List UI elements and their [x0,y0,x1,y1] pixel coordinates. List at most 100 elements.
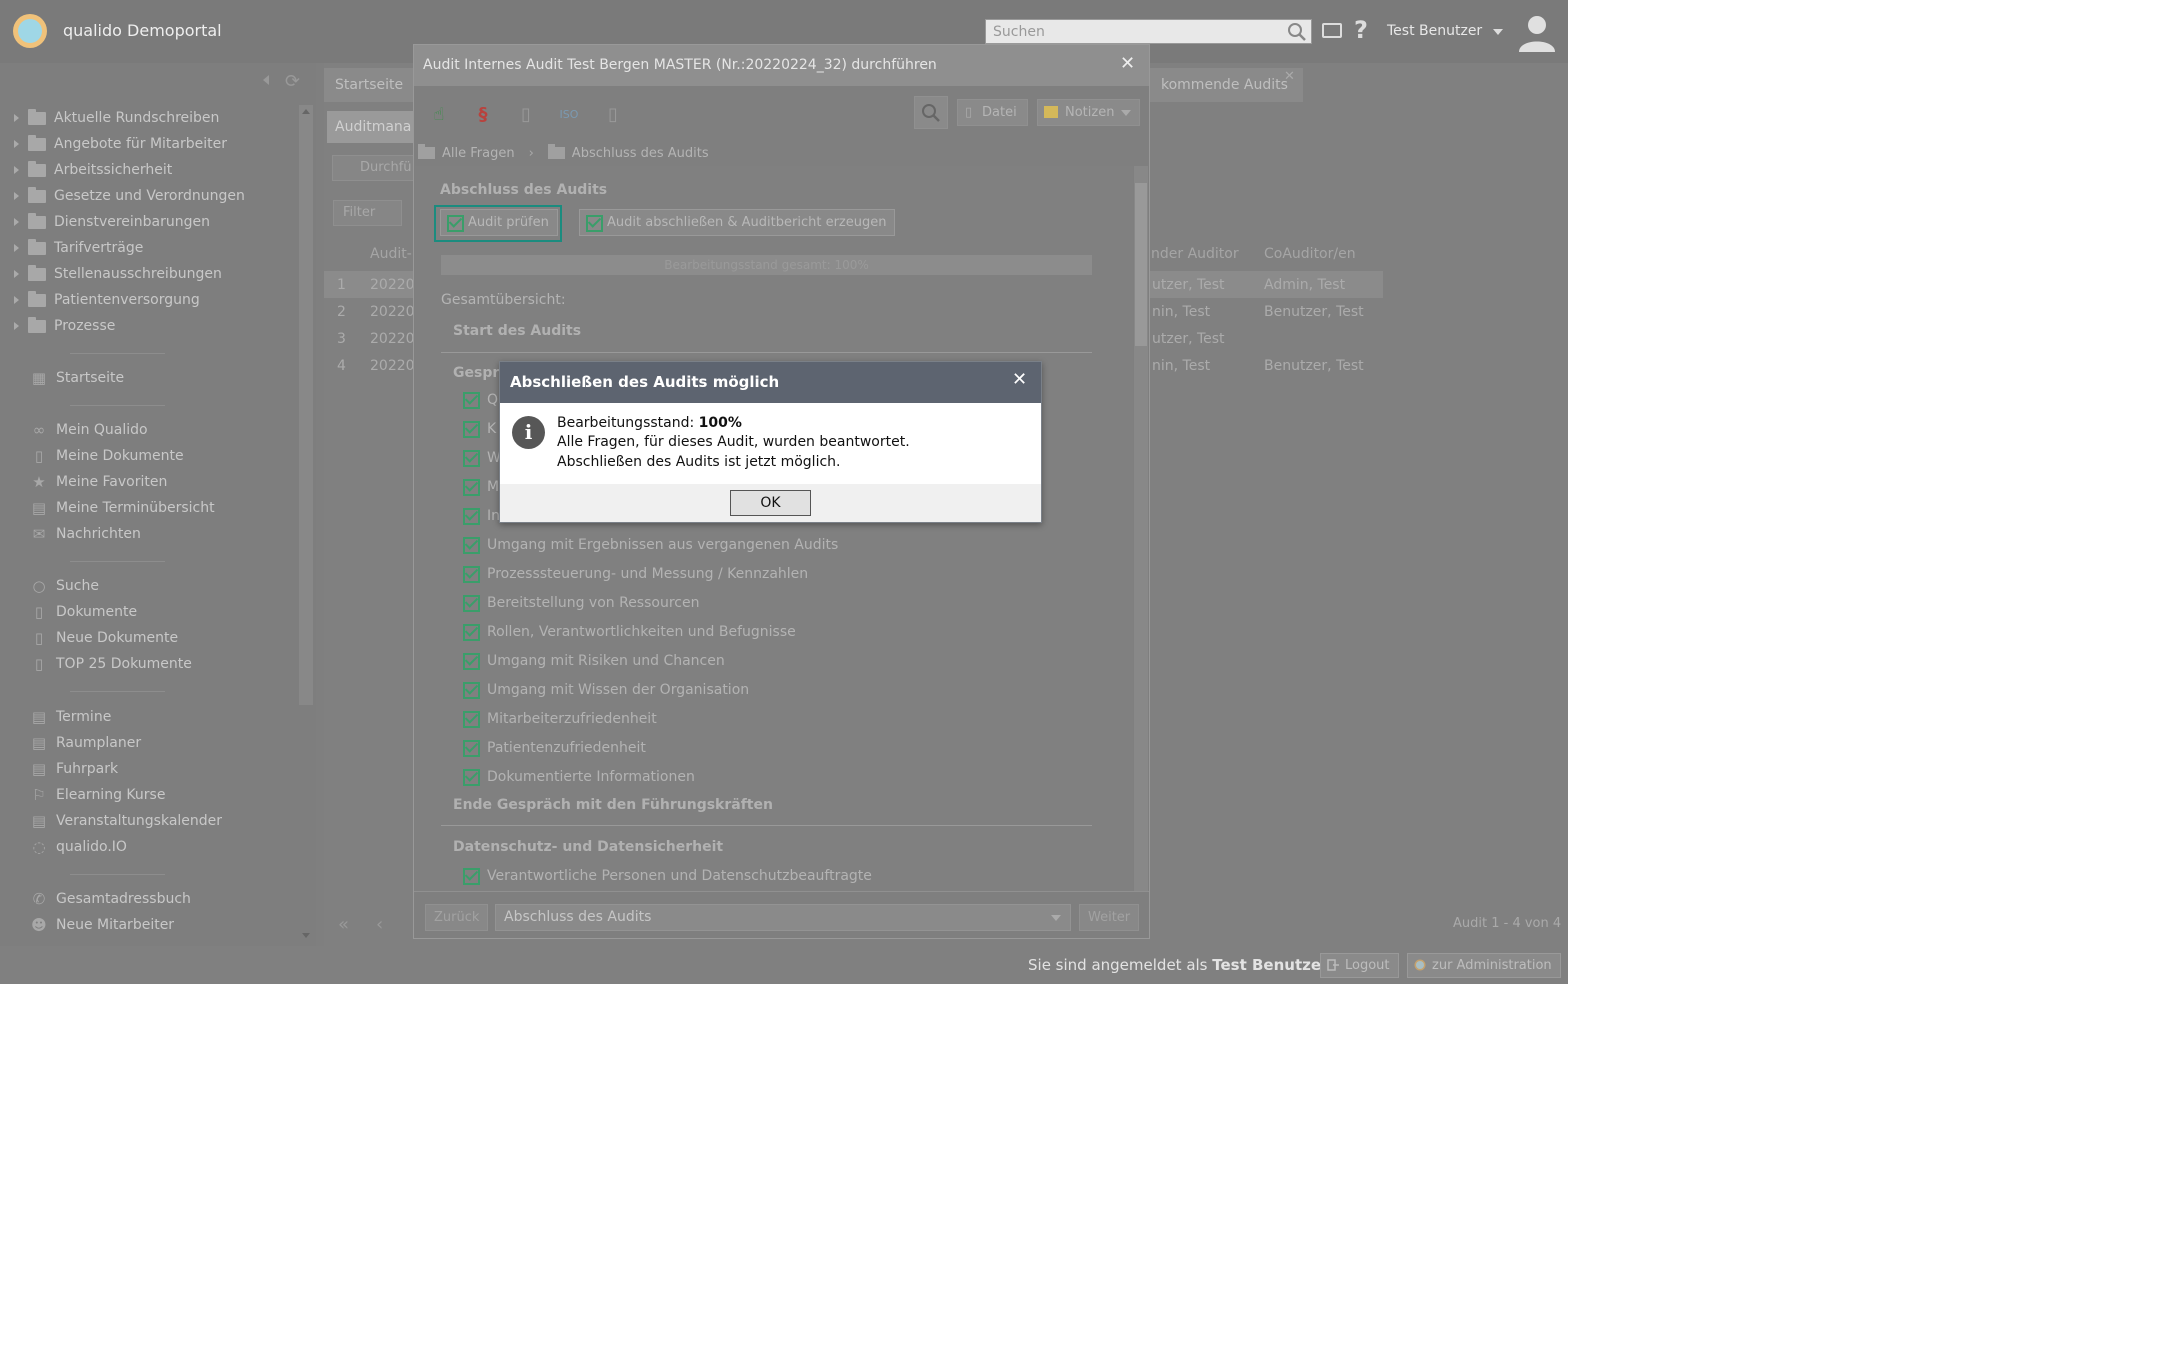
expand-arrow-icon[interactable] [14,322,19,330]
question-item[interactable]: W [463,448,501,468]
table-cell-date[interactable]: 20220 [370,277,415,293]
sidebar-item-meine-favoriten[interactable]: ★ Meine Favoriten [30,472,167,492]
section-ende[interactable]: Ende Gespräch mit den Führungskräften [453,797,773,813]
sidebar-item-mein-qualido[interactable]: ∞ Mein Qualido [30,420,148,440]
expand-arrow-icon[interactable] [14,140,19,148]
scroll-down-icon[interactable] [302,933,310,938]
sidebar-item-startseite[interactable]: ▦ Startseite [30,368,124,388]
audit-abschliessen-button[interactable]: Audit abschließen & Auditbericht erzeuge… [579,209,896,236]
search-button[interactable] [914,96,948,129]
tab-auditmanagement[interactable]: Auditmana [327,111,414,143]
sidebar-folder[interactable]: Tarifverträge [14,238,143,258]
paragraph-icon[interactable]: § [472,104,494,126]
user-avatar-icon[interactable] [1517,12,1557,52]
sidebar-folder[interactable]: Gesetze und Verordnungen [14,186,245,206]
notizen-button[interactable]: Notizen [1037,99,1140,126]
question-item[interactable]: Mitarbeiterzufriedenheit [463,709,657,729]
question-item[interactable]: K [463,419,496,439]
zurueck-button[interactable]: Zurück [425,904,489,931]
question-item[interactable]: Q [463,390,498,410]
close-icon[interactable]: ✕ [1012,369,1027,390]
sidebar-item-gesamtadressbuch[interactable]: ✆ Gesamtadressbuch [30,889,191,909]
hand-icon[interactable]: ☝ [428,104,450,126]
sidebar-folder[interactable]: Stellenausschreibungen [14,264,222,284]
sidebar-folder[interactable]: Patientenversorgung [14,290,200,310]
breadcrumb-item[interactable]: Abschluss des Audits [572,146,709,161]
modal-scrollbar-thumb[interactable] [1135,183,1147,346]
sidebar-item-nachrichten[interactable]: ✉ Nachrichten [30,524,141,544]
scroll-up-icon[interactable] [302,109,310,114]
sidebar-folder[interactable]: Prozesse [14,316,115,336]
datei-button[interactable]: ▯ Datei [957,99,1028,126]
filter-button[interactable]: Filter [333,200,402,226]
table-cell-date[interactable]: 20220 [370,304,415,320]
expand-arrow-icon[interactable] [14,270,19,278]
question-item[interactable]: Umgang mit Risiken und Chancen [463,651,725,671]
question-item[interactable]: Verantwortliche Personen und Datenschutz… [463,866,872,886]
document-x-icon[interactable]: ▯ [602,104,624,126]
ok-button[interactable]: OK [730,490,811,516]
chevron-down-icon[interactable] [1493,29,1503,35]
sidebar-item-suche[interactable]: ○ Suche [30,576,99,596]
tab-startseite[interactable]: Startseite [324,68,414,102]
durchfuehren-button[interactable]: Durchfü [332,155,414,181]
sidebar-item-neue-mitarbeiter[interactable]: ☻ Neue Mitarbeiter [30,915,174,935]
first-page-icon[interactable]: « [338,914,349,935]
sidebar-item-top25[interactable]: ▯ TOP 25 Dokumente [30,654,192,674]
sidebar-item-fuhrpark[interactable]: ▤ Fuhrpark [30,759,118,779]
refresh-icon[interactable]: ⟳ [285,71,300,92]
logout-button[interactable]: Logout [1320,953,1399,978]
sidebar-scrollbar[interactable] [299,105,313,705]
section-datenschutz[interactable]: Datenschutz- und Datensicherheit [453,839,723,855]
sidebar-item-meine-terminuebersicht[interactable]: ▤ Meine Terminübersicht [30,498,215,518]
breadcrumb-item[interactable]: Alle Fragen [442,146,515,161]
question-item[interactable]: Umgang mit Ergebnissen aus vergangenen A… [463,535,838,555]
question-item[interactable]: In [463,506,500,526]
expand-arrow-icon[interactable] [14,244,19,252]
question-item[interactable]: Bereitstellung von Ressourcen [463,593,699,613]
sidebar-item-qualido-io[interactable]: ◌ qualido.IO [30,837,126,857]
section-start[interactable]: Start des Audits [453,323,581,339]
sidebar-item-veranstaltungskalender[interactable]: ▤ Veranstaltungskalender [30,811,222,831]
user-menu-name[interactable]: Test Benutzer [1387,23,1482,39]
sidebar-item-meine-dokumente[interactable]: ▯ Meine Dokumente [30,446,184,466]
question-item[interactable]: Prozesssteuerung- und Messung / Kennzahl… [463,564,808,584]
column-header-auditor[interactable]: nder Auditor [1151,236,1239,272]
sidebar-folder[interactable]: Angebote für Mitarbeiter [14,134,227,154]
question-item[interactable]: Dokumentierte Informationen [463,767,695,787]
weiter-button[interactable]: Weiter [1079,904,1140,931]
question-item[interactable]: M [463,477,499,497]
expand-arrow-icon[interactable] [14,192,19,200]
expand-arrow-icon[interactable] [14,114,19,122]
collapse-sidebar-icon[interactable] [263,75,269,85]
search-icon[interactable] [1287,22,1307,42]
qualido-logo-icon[interactable] [13,14,47,48]
help-icon[interactable]: ? [1354,16,1368,44]
prev-page-icon[interactable]: ‹ [376,914,383,935]
expand-arrow-icon[interactable] [14,166,19,174]
iso-icon[interactable]: ISO [558,104,580,126]
question-item[interactable]: Umgang mit Wissen der Organisation [463,680,749,700]
close-icon[interactable]: ✕ [1120,53,1135,74]
question-item[interactable]: Rollen, Verantwortlichkeiten und Befugni… [463,622,796,642]
keyboard-icon[interactable] [1322,23,1342,38]
sidebar-folder[interactable]: Arbeitssicherheit [14,160,172,180]
close-icon[interactable]: ✕ [1284,69,1295,84]
sidebar-item-termine[interactable]: ▤ Termine [30,707,111,727]
sidebar-item-neue-dokumente[interactable]: ▯ Neue Dokumente [30,628,178,648]
column-header-coauditor[interactable]: CoAuditor/en [1264,236,1356,272]
table-cell-date[interactable]: 20220 [370,331,415,347]
question-item[interactable]: Patientenzufriedenheit [463,738,646,758]
sidebar-item-elearning[interactable]: ⚐ Elearning Kurse [30,785,165,805]
sidebar-item-raumplaner[interactable]: ▤ Raumplaner [30,733,141,753]
expand-arrow-icon[interactable] [14,296,19,304]
sidebar-item-dokumente[interactable]: ▯ Dokumente [30,602,137,622]
table-cell-date[interactable]: 20220 [370,358,415,374]
section-select[interactable]: Abschluss des Audits [495,904,1071,931]
expand-arrow-icon[interactable] [14,218,19,226]
search-input[interactable] [986,20,1276,43]
sidebar-folder[interactable]: Dienstvereinbarungen [14,212,210,232]
document-icon[interactable]: ▯ [515,104,537,126]
sidebar-folder[interactable]: Aktuelle Rundschreiben [14,108,219,128]
tab-kommende-audits[interactable]: kommende Audits [1150,68,1303,102]
